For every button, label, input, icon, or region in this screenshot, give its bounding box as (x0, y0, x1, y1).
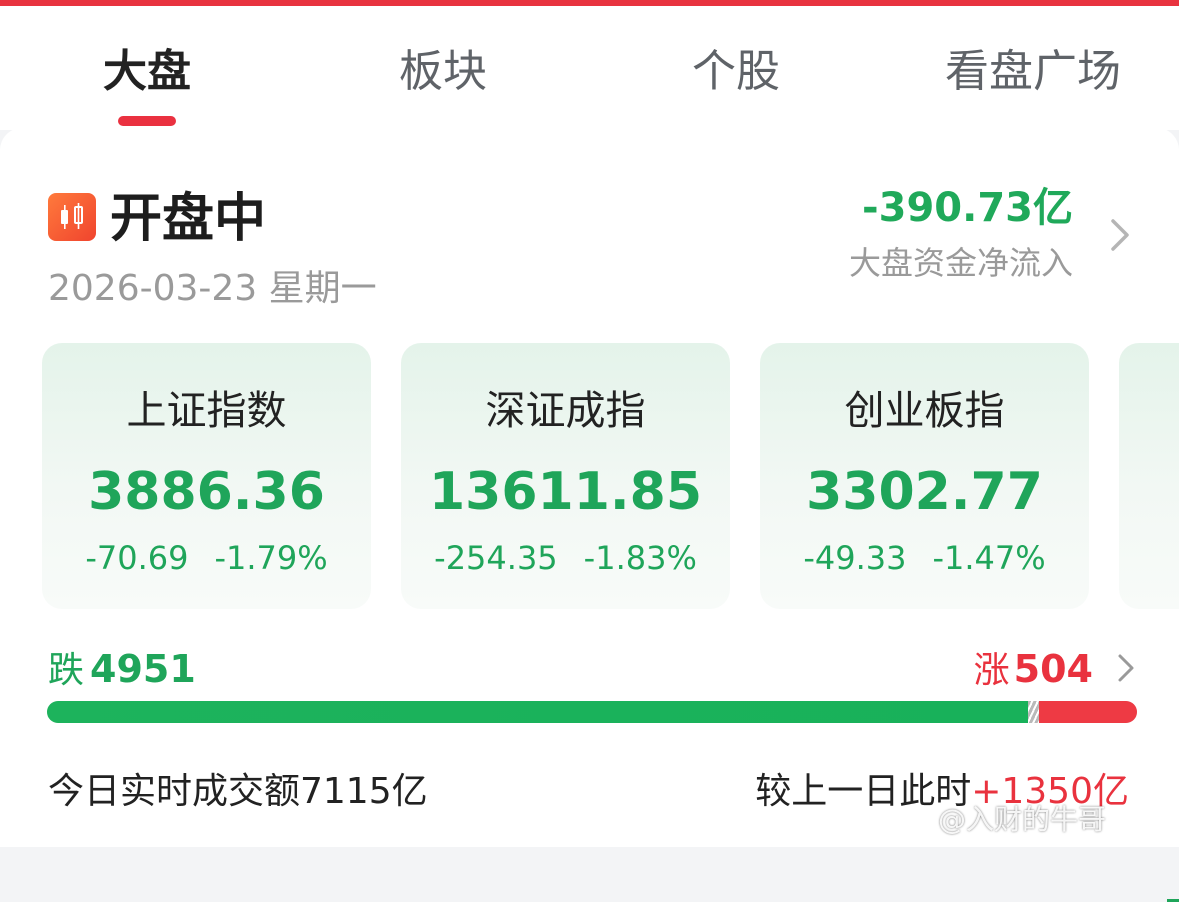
flat-segment (1028, 701, 1039, 723)
index-card-chinext[interactable]: 创业板指 3302.77 -49.33 -1.47% (760, 343, 1089, 609)
market-date: 2026-03-23 星期一 (48, 268, 377, 309)
advancing-label: 涨 (973, 650, 1010, 691)
index-change-amount: -254.35 (434, 539, 558, 577)
index-value: 3302.77 (806, 462, 1043, 522)
index-card-shanghai[interactable]: 上证指数 3886.36 -70.69 -1.79% (42, 343, 371, 609)
advance-segment (1039, 701, 1137, 723)
index-name: 上证指数 (126, 388, 287, 434)
net-flow-label[interactable]: 大盘资金净流入 (849, 240, 1073, 286)
index-change: -70.69 -1.79% (42, 535, 371, 581)
tab-sectors[interactable]: 板块 (384, 42, 502, 102)
advancing-count[interactable]: 涨 504 (974, 645, 1093, 693)
index-change-percent: -1.47% (932, 539, 1046, 577)
turnover-today: 今日实时成交额7115亿 (48, 771, 428, 812)
tab-market-square[interactable]: 看盘广场 (933, 42, 1133, 102)
decline-segment (47, 701, 1028, 723)
market-status: 开盘中 (110, 189, 267, 249)
candlestick-icon (48, 193, 96, 241)
tab-market[interactable]: 大盘 (88, 42, 206, 102)
declining-count: 跌 4951 (48, 645, 196, 693)
advance-decline-bar (47, 701, 1137, 723)
index-change-amount: -70.69 (85, 539, 189, 577)
index-change: -254.35 -1.83% (401, 535, 730, 581)
index-change: -49.33 -1.47% (760, 535, 1089, 581)
index-change-percent: -1.79% (214, 539, 328, 577)
chevron-right-icon[interactable] (1113, 651, 1139, 685)
advancing-number: 504 (1013, 647, 1093, 691)
net-flow-value[interactable]: -390.73亿 (862, 180, 1073, 236)
index-name: 创业板指 (844, 388, 1005, 434)
index-change-amount: -49.33 (803, 539, 907, 577)
index-value: 3886.36 (88, 462, 325, 522)
watermark: @入财的牛哥 (938, 803, 1107, 836)
declining-label: 跌 (48, 650, 85, 691)
index-value: 13611.85 (428, 462, 703, 522)
declining-number: 4951 (90, 647, 196, 691)
index-card-shenzhen[interactable]: 深证成指 13611.85 -254.35 -1.83% (401, 343, 730, 609)
index-name: 深证成指 (485, 388, 646, 434)
chevron-right-icon[interactable] (1105, 215, 1137, 255)
index-change-percent: -1.83% (583, 539, 697, 577)
tab-stocks[interactable]: 个股 (677, 42, 795, 102)
tab-bar: 大盘 板块 个股 看盘广场 (0, 6, 1179, 130)
index-card-next-partial[interactable] (1119, 343, 1179, 902)
active-tab-indicator (118, 116, 176, 126)
